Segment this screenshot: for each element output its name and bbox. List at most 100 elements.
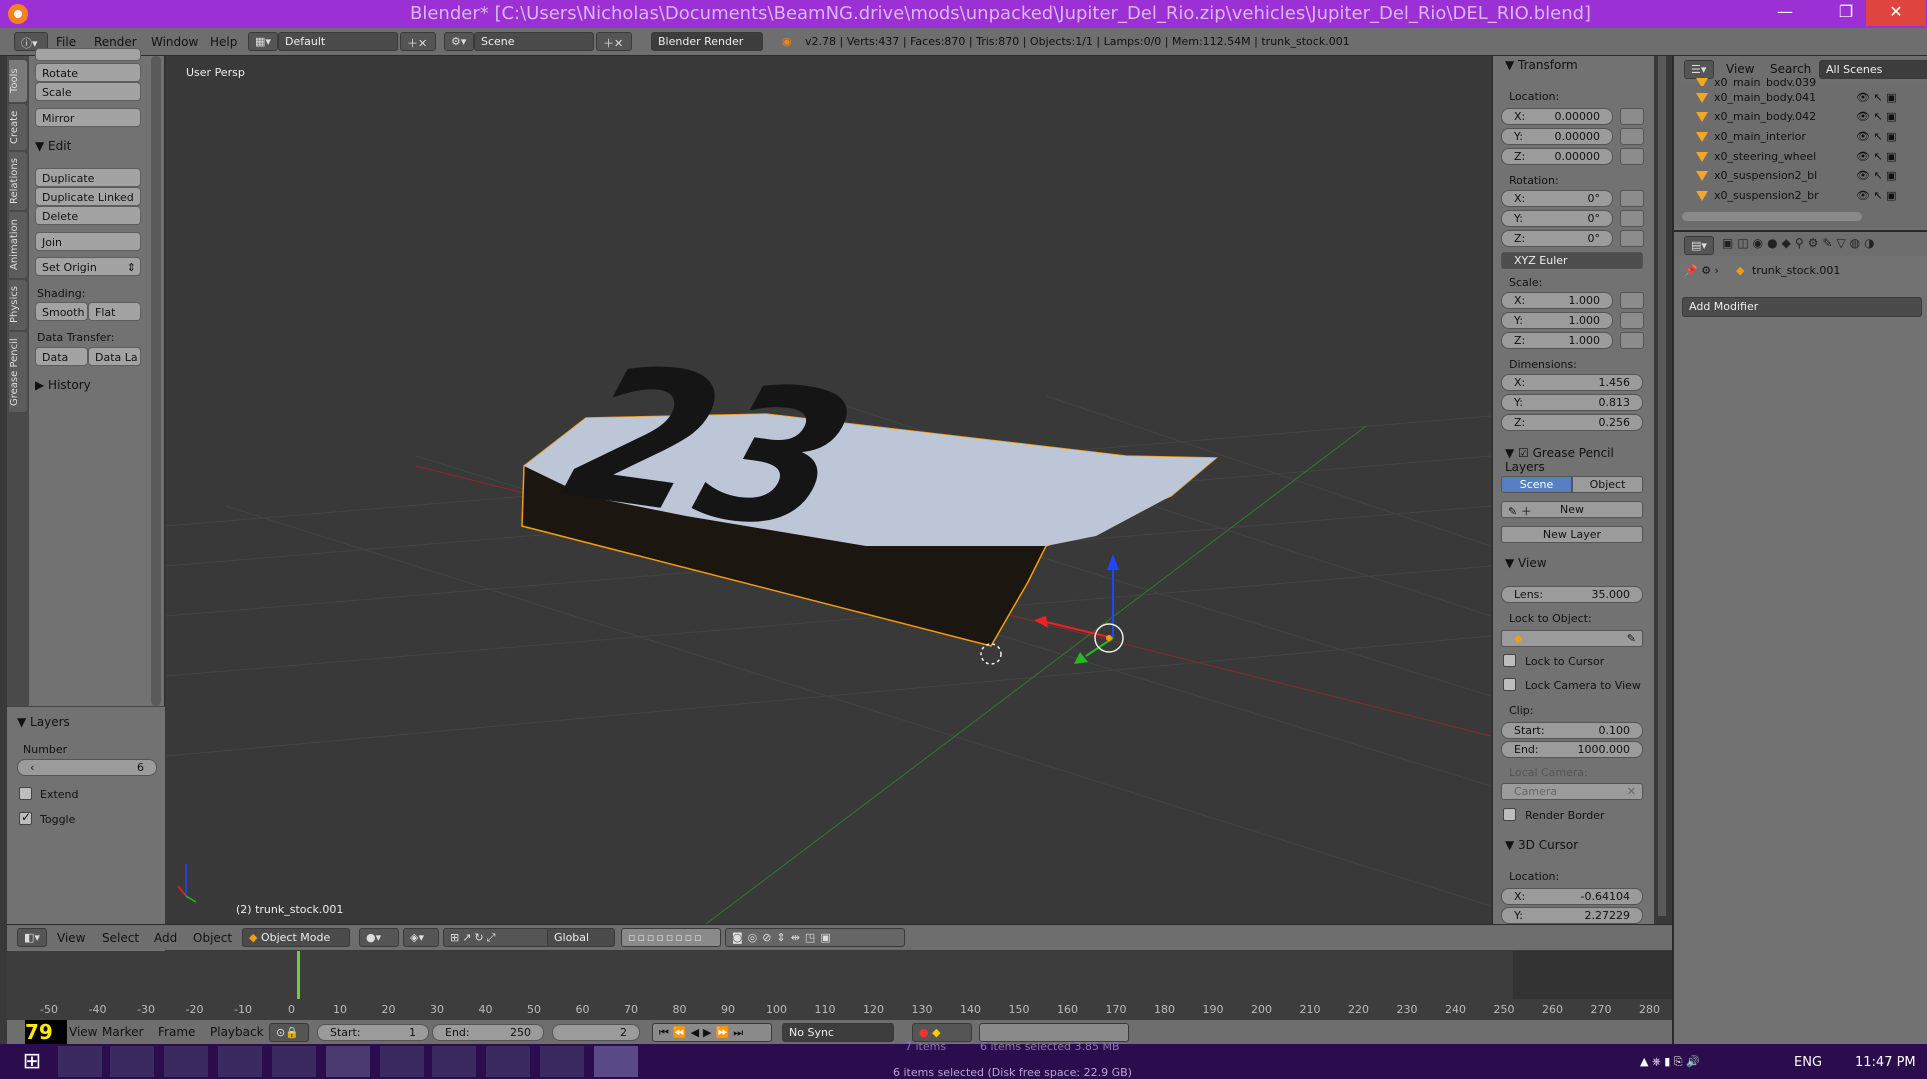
rotation-y-field[interactable]: Y: 0°: [1501, 210, 1613, 227]
clip-end-field[interactable]: End: 1000.000: [1501, 741, 1643, 758]
sync-dropdown[interactable]: No Sync: [782, 1023, 894, 1042]
lock-scale-y-icon[interactable]: [1620, 312, 1644, 329]
3d-viewport[interactable]: 23 User Persp (2) trunk_stock.001: [166, 56, 1491, 924]
add-modifier-dropdown[interactable]: Add Modifier: [1682, 297, 1922, 317]
outliner-item[interactable]: x0_main_interior 👁 ↖ ▣: [1696, 130, 1926, 147]
tab-relations[interactable]: Relations: [9, 152, 27, 210]
visibility-icons[interactable]: 👁 ↖ ▣: [1856, 169, 1897, 182]
end-frame-field[interactable]: End: 250: [432, 1024, 544, 1041]
clip-start-field[interactable]: Start: 0.100: [1501, 722, 1643, 739]
grease-scene-tab[interactable]: Scene: [1501, 476, 1572, 493]
lock-cursor-checkbox[interactable]: [1503, 654, 1516, 667]
grease-object-tab[interactable]: Object: [1572, 476, 1643, 493]
properties-context-tabs[interactable]: ▣◫◉●◆⚲⚙✎▽◍◑: [1722, 236, 1927, 255]
outliner-item[interactable]: x0_main_body.041 👁 ↖ ▣: [1696, 91, 1926, 108]
scale-y-field[interactable]: Y: 1.000: [1501, 312, 1613, 329]
rotation-x-field[interactable]: X: 0°: [1501, 190, 1613, 207]
location-x-field[interactable]: X: 0.00000: [1501, 108, 1613, 125]
toolshelf-scrollbar[interactable]: [151, 56, 161, 706]
menu-render[interactable]: Render: [94, 35, 137, 49]
preview-range-icons[interactable]: ⊙🔒: [269, 1023, 309, 1042]
outliner-item[interactable]: x0_main_body.039: [1696, 76, 1926, 86]
viewport-type-icon[interactable]: ◧▾: [17, 928, 47, 947]
lock-scale-x-icon[interactable]: [1620, 292, 1644, 309]
render-border-checkbox[interactable]: [1503, 808, 1516, 821]
steam-icon[interactable]: [164, 1046, 208, 1077]
tab-grease-pencil[interactable]: Grease Pencil: [9, 332, 27, 412]
screen-layout-field[interactable]: Default: [278, 32, 398, 51]
playback-controls[interactable]: ⏮⏪◀▶⏩⏭: [652, 1023, 772, 1042]
data-button[interactable]: Data: [35, 347, 88, 366]
scene-add-remove-icons[interactable]: ＋✕: [596, 32, 632, 51]
menu-window[interactable]: Window: [151, 35, 198, 49]
outliner-menu-search[interactable]: Search: [1770, 62, 1811, 76]
visibility-icons[interactable]: 👁 ↖ ▣: [1856, 110, 1897, 123]
history-section-header[interactable]: ▶ History: [35, 378, 91, 392]
outliner-item[interactable]: x0_suspension2_bl 👁 ↖ ▣: [1696, 169, 1926, 186]
app-icon[interactable]: [326, 1046, 370, 1077]
tab-create[interactable]: Create: [9, 104, 27, 150]
start-frame-field[interactable]: Start: 1: [317, 1024, 429, 1041]
delete-button[interactable]: Delete: [35, 206, 141, 225]
duplicate-linked-button[interactable]: Duplicate Linked: [35, 187, 141, 206]
timeline[interactable]: -50 -40 -30 -20 -10 0 10 20 30 40 50 60 70 80 90 100 110…: [7, 951, 1672, 1025]
toggle-checkbox[interactable]: [19, 810, 32, 825]
visibility-icons[interactable]: 👁 ↖ ▣: [1856, 189, 1897, 202]
outliner-item[interactable]: x0_steering_wheel 👁 ↖ ▣: [1696, 150, 1926, 167]
outliner-item[interactable]: x0_main_body.042 👁 ↖ ▣: [1696, 110, 1926, 127]
cursor-x-field[interactable]: X: -0.64104: [1501, 888, 1643, 905]
set-origin-dropdown[interactable]: Set Origin ⇕: [35, 257, 141, 276]
location-y-field[interactable]: Y: 0.00000: [1501, 128, 1613, 145]
mode-dropdown[interactable]: ◆ Object Mode: [242, 928, 350, 947]
timeline-area[interactable]: [7, 951, 1513, 999]
view-section-header[interactable]: ▼ View: [1505, 556, 1547, 570]
lock-rotation-y-icon[interactable]: [1620, 210, 1644, 227]
visibility-icons[interactable]: 👁 ↖ ▣: [1856, 130, 1897, 143]
lock-location-x-icon[interactable]: [1620, 108, 1644, 125]
3d-cursor-header[interactable]: ▼ 3D Cursor: [1505, 838, 1578, 852]
game-icon[interactable]: [380, 1046, 424, 1077]
layout-add-remove-icons[interactable]: ＋✕: [400, 32, 436, 51]
visibility-icons[interactable]: 👁 ↖ ▣: [1856, 91, 1897, 104]
flat-button[interactable]: Flat: [88, 302, 141, 321]
timeline-menu-frame[interactable]: Frame: [158, 1025, 195, 1039]
scene-field[interactable]: Scene: [474, 32, 594, 51]
outliner-menu-view[interactable]: View: [1726, 62, 1754, 76]
data-layout-button[interactable]: Data La: [88, 347, 141, 366]
cursor-y-field[interactable]: Y: 2.27229: [1501, 907, 1643, 924]
transform-header[interactable]: ▼ Transform: [1505, 58, 1578, 72]
firefox-icon[interactable]: [272, 1046, 316, 1077]
skype-icon[interactable]: [110, 1046, 154, 1077]
render-engine-dropdown[interactable]: Blender Render: [651, 32, 763, 51]
layer-buttons[interactable]: ▫▫▫▫▫▫▫▫: [621, 928, 721, 947]
lock-rotation-z-icon[interactable]: [1620, 230, 1644, 247]
blender-taskbar-icon[interactable]: [594, 1046, 638, 1077]
vp-menu-select[interactable]: Select: [102, 931, 139, 945]
snap-and-render-icons[interactable]: ◙◎⊘⇕⇹◳▣: [725, 928, 905, 947]
join-button[interactable]: Join: [35, 232, 141, 251]
edit-section-header[interactable]: ▼ Edit: [35, 139, 71, 153]
current-frame-field[interactable]: 2: [552, 1024, 640, 1041]
media-icon[interactable]: [432, 1046, 476, 1077]
outliner-item[interactable]: x0_suspension2_br 👁 ↖ ▣: [1696, 189, 1926, 206]
orientation-dropdown[interactable]: Global: [547, 928, 615, 947]
y-manipulator-arrow[interactable]: [1074, 652, 1088, 664]
scene-icon[interactable]: ⚙▾: [444, 32, 474, 51]
vp-menu-object[interactable]: Object: [193, 931, 232, 945]
timeline-menu-marker[interactable]: Marker: [102, 1025, 143, 1039]
dimension-x-field[interactable]: X: 1.456: [1501, 374, 1643, 391]
windows-start-icon[interactable]: ⊞: [10, 1046, 54, 1077]
tray-icons[interactable]: ▲ ⎈ ▮ ⎘ 🔊: [1640, 1055, 1700, 1069]
outliner-h-scrollbar[interactable]: [1682, 212, 1862, 221]
vp-menu-add[interactable]: Add: [154, 931, 177, 945]
grease-new-button[interactable]: ✎ ＋ New: [1501, 501, 1643, 518]
menu-help[interactable]: Help: [210, 35, 237, 49]
grease-pencil-header[interactable]: ▼ ☑ Grease Pencil Layers: [1505, 446, 1654, 474]
layers-section-header[interactable]: ▼ Layers: [17, 715, 70, 729]
chrome-icon[interactable]: [218, 1046, 262, 1077]
rotation-z-field[interactable]: Z: 0°: [1501, 230, 1613, 247]
location-z-field[interactable]: Z: 0.00000: [1501, 148, 1613, 165]
pivot-icon[interactable]: ◈▾: [403, 928, 439, 947]
file-explorer-icon[interactable]: [58, 1046, 102, 1077]
properties-scrollbar[interactable]: [1658, 56, 1666, 916]
